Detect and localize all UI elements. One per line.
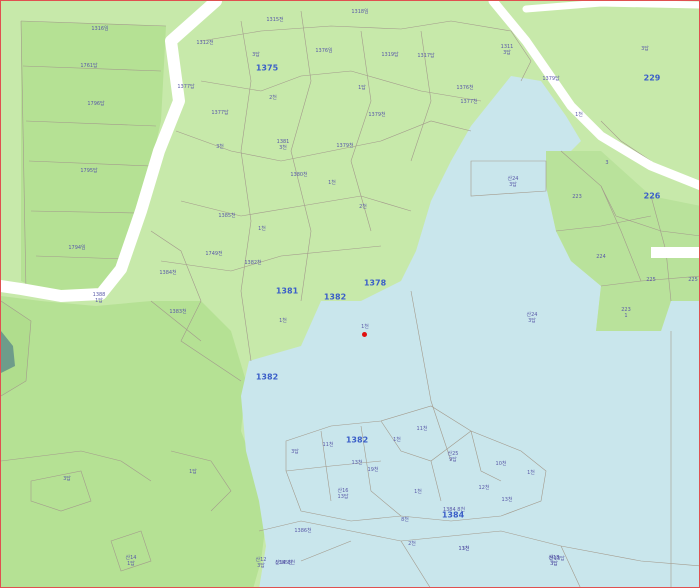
lot-label: 1천	[279, 318, 287, 324]
lot-label: 산18 3답	[548, 555, 560, 567]
lot-label: 1376천	[456, 85, 474, 91]
lot-label: 1384 8천	[442, 507, 466, 513]
lot-label: 1377천	[460, 99, 478, 105]
lot-label: 225	[646, 277, 656, 283]
block-number-label: 226	[643, 191, 661, 201]
lot-label: 1답	[189, 469, 197, 475]
lot-label: 1381 3천	[276, 139, 290, 151]
lot-label: 1749전	[205, 251, 223, 257]
block-number-label: 1382	[255, 372, 279, 382]
lot-label: 19천	[367, 467, 379, 473]
lot-label: 1377답	[177, 84, 195, 90]
lot-label: 산12 3답	[255, 557, 267, 569]
lot-label: 8천	[401, 517, 409, 523]
lot-label: 1316임	[91, 26, 109, 32]
block-number-label: 1381	[275, 286, 299, 296]
lot-label: 1794임	[68, 245, 86, 251]
cadastral-map[interactable]: 1375 229 226 1381 1382 1378 1382 1382 1384 1316임 1…	[0, 0, 700, 588]
lot-label: 10천	[495, 461, 507, 467]
block-number-label: 1382	[345, 435, 369, 445]
block-number-label: 229	[643, 73, 661, 83]
lot-label: 1318임	[351, 9, 369, 15]
lot-label: 산14 1답	[125, 555, 137, 567]
map-canvas	[1, 1, 699, 587]
lot-label: 3답	[291, 449, 299, 455]
lot-label: 산25 9답	[447, 451, 459, 463]
lot-label: 1천	[575, 112, 583, 118]
lot-label: 산24 3답	[526, 312, 538, 324]
lot-label: 223 1	[621, 307, 631, 319]
lot-label: 1385천	[275, 560, 293, 566]
lot-label: 1388 1답	[92, 292, 106, 304]
lot-label: 1795답	[80, 168, 98, 174]
lot-label: 3답	[252, 52, 260, 58]
lot-label: 1379천	[336, 143, 354, 149]
lot-label: 12천	[478, 485, 490, 491]
lot-label: 2천	[269, 95, 277, 101]
lot-label: 1311 3답	[500, 44, 514, 56]
lot-label: 1천	[393, 437, 401, 443]
lot-label: 1319답	[381, 52, 399, 58]
lot-label: 11천	[322, 442, 334, 448]
lot-label: 1385천	[218, 213, 236, 219]
lot-label: 1379천	[368, 112, 386, 118]
lot-label: 1천	[361, 324, 369, 330]
lot-label: 11천	[458, 546, 470, 552]
lot-label: 224	[596, 254, 606, 260]
lot-label: 2천	[359, 204, 367, 210]
lot-label: 3답	[63, 476, 71, 482]
location-marker[interactable]	[362, 332, 367, 337]
lot-label: 산16 13답	[337, 488, 349, 500]
lot-label: 1천	[414, 489, 422, 495]
lot-label: 1796답	[87, 101, 105, 107]
lot-label: 1답	[358, 85, 366, 91]
lot-label: 225	[688, 277, 698, 283]
lot-label: 1377답	[211, 110, 229, 116]
lot-label: 1317답	[417, 53, 435, 59]
lot-label: 1386천	[294, 528, 312, 534]
lot-label: 13천	[501, 497, 513, 503]
block-number-label: 1382	[323, 292, 347, 302]
lot-label: 산24 3답	[507, 176, 519, 188]
block-number-label: 1375	[255, 63, 279, 73]
forest-south-west	[1, 296, 266, 587]
lot-label: 3	[605, 160, 609, 166]
lot-label: 1380천	[290, 172, 308, 178]
lot-label: 3답	[641, 46, 649, 52]
lot-label: 1382천	[244, 260, 262, 266]
lot-label: 1천	[527, 470, 535, 476]
lot-label: 1379답	[542, 76, 560, 82]
lot-label: 2천	[408, 541, 416, 547]
lot-label: 13천	[351, 460, 363, 466]
lot-label: 1천	[328, 180, 336, 186]
block-number-label: 1378	[363, 278, 387, 288]
lot-label: 1376임	[315, 48, 333, 54]
lot-label: 1312전	[196, 40, 214, 46]
road-stub	[651, 247, 699, 258]
lot-label: 223	[572, 194, 582, 200]
lot-label: 11천	[416, 426, 428, 432]
lot-label: 1383천	[169, 309, 187, 315]
lot-label: 1761답	[80, 63, 98, 69]
lot-label: 1315전	[266, 17, 284, 23]
lot-label: 1천	[258, 226, 266, 232]
lot-label: 3천	[216, 144, 224, 150]
lot-label: 1384천	[159, 270, 177, 276]
